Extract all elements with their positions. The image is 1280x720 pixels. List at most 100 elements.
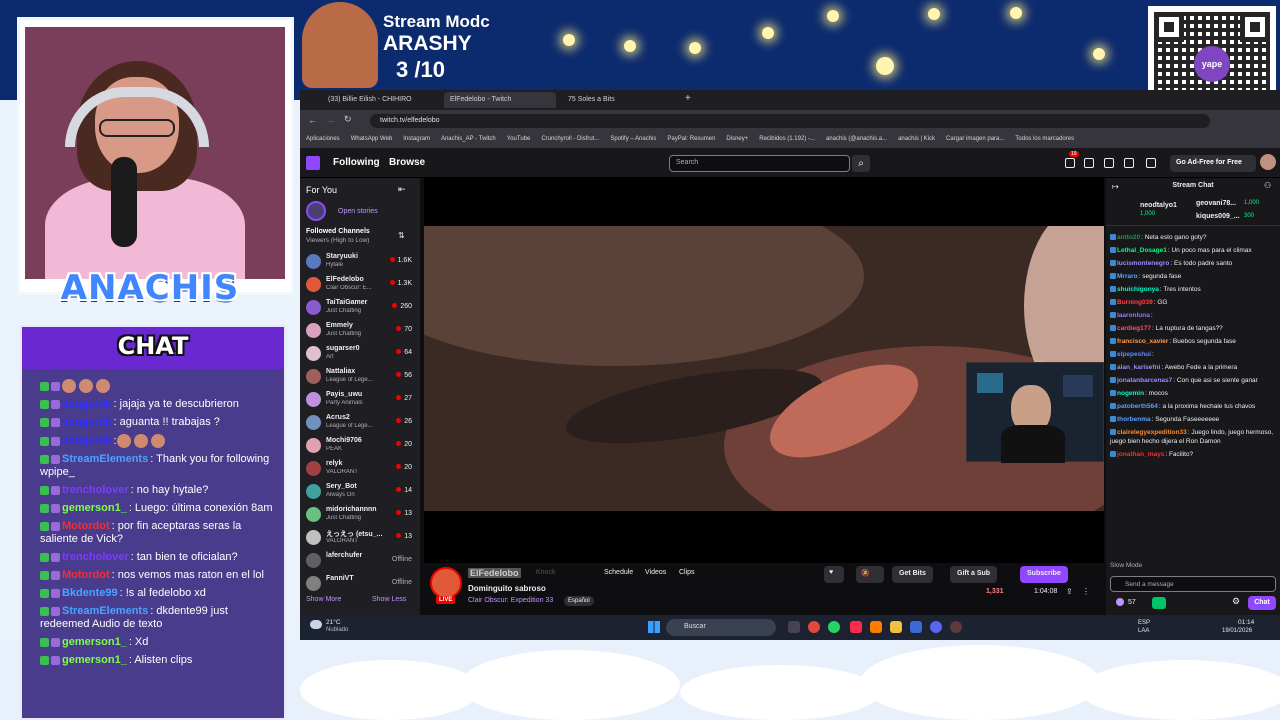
inbox-icon[interactable] <box>1084 158 1094 168</box>
tab-youtube[interactable]: (33) Billie Eilish - CHIHIRO <box>322 92 442 108</box>
bookmark-item[interactable]: Crunchyroll - Disfrut... <box>541 136 599 142</box>
sidebar-channel[interactable]: Emmely Just Chatting 70 <box>304 320 416 342</box>
bookmark-item[interactable]: WhatsApp Web <box>351 136 393 142</box>
whatsapp-icon[interactable] <box>828 621 840 633</box>
users-icon[interactable]: ⚇ <box>1264 181 1271 190</box>
sidebar-channel[interactable]: ElFedelobo Clair Obscur: E... 1.3K <box>304 274 416 296</box>
photos-icon[interactable] <box>910 621 922 633</box>
taskbar-search[interactable]: Buscar <box>666 619 776 636</box>
layout-indicator[interactable]: LAA <box>1138 628 1149 634</box>
chat-username[interactable]: cardieg177 <box>1117 325 1151 332</box>
sort-icon[interactable]: ⇅ <box>398 231 405 240</box>
twitch-logo-icon[interactable] <box>306 156 320 170</box>
nav-following[interactable]: Following <box>333 157 380 168</box>
share-icon[interactable]: ⇪ <box>1066 587 1073 596</box>
chat-username[interactable]: patoberth564 <box>1117 403 1158 410</box>
chat-username[interactable]: Burning039 <box>1117 299 1153 306</box>
sidebar-channel[interactable]: Payis_uwu Party Animals 27 <box>304 389 416 411</box>
more-options-icon[interactable]: ⋮ <box>1082 587 1090 596</box>
bookmark-item[interactable]: PayPal: Resumen <box>667 136 715 142</box>
bookmark-item[interactable]: Todos los marcadores <box>1015 136 1074 142</box>
chat-username[interactable]: shuichigonya <box>1117 286 1159 293</box>
notify-bell-icon[interactable]: 🔕 <box>856 566 884 583</box>
tab-soles[interactable]: 75 Soles a Bits <box>562 92 672 108</box>
leaderboard-name[interactable]: neodtalyo1 <box>1140 202 1177 209</box>
discord-icon[interactable] <box>930 621 942 633</box>
bookmark-item[interactable]: Anachis_AP - Twitch <box>441 136 496 142</box>
clips-link[interactable]: Clips <box>679 569 695 576</box>
chat-username[interactable]: thorbenma <box>1117 416 1151 423</box>
bookmark-item[interactable]: Instagram <box>403 136 430 142</box>
bookmark-item[interactable]: anachis | Kick <box>898 136 935 142</box>
sidebar-channel[interactable]: midorichannnn Just Chatting 13 <box>304 504 416 526</box>
leaderboard-name[interactable]: geovani78... <box>1196 200 1236 207</box>
new-tab-button[interactable]: + <box>682 92 698 108</box>
get-bits-button[interactable]: Get Bits <box>892 566 933 583</box>
sidebar-channel[interactable]: Mochi9706 PEAK 20 <box>304 435 416 457</box>
url-field[interactable]: twitch.tv/elfedelobo <box>370 114 1210 128</box>
sidebar-channel[interactable]: laferchufer Offline <box>304 550 416 572</box>
chat-username[interactable]: clairelegyexpedition33 <box>1117 429 1187 436</box>
stories-avatar[interactable] <box>306 201 326 221</box>
bookmark-item[interactable]: anachis (@anachis.a... <box>826 136 887 142</box>
back-icon[interactable]: ← <box>308 115 317 125</box>
chat-username[interactable]: lucismontenegro <box>1117 260 1169 267</box>
sidebar-channel[interactable]: FanniVT Offline <box>304 573 416 595</box>
nav-browse[interactable]: Browse <box>389 157 425 168</box>
start-icon[interactable] <box>648 621 660 633</box>
bookmark-item[interactable]: Recibidos (1.192) -... <box>759 136 815 142</box>
search-icon[interactable]: ⌕ <box>852 155 870 172</box>
chat-username[interactable]: laaronluna <box>1117 312 1150 319</box>
folder-icon[interactable] <box>890 621 902 633</box>
bookmark-item[interactable]: Cargar imagen para... <box>946 136 1004 142</box>
sidebar-channel[interactable]: Acrus2 League of Lege... 26 <box>304 412 416 434</box>
tab-twitch[interactable]: ElFedelobo - Twitch <box>444 92 556 108</box>
chat-send-button[interactable]: Chat <box>1248 596 1276 610</box>
knock-button[interactable]: Knock <box>536 569 555 576</box>
bookmark-item[interactable]: Disney+ <box>726 136 748 142</box>
chat-username[interactable]: Mrraro <box>1117 273 1138 280</box>
gem-icon[interactable] <box>1146 158 1156 168</box>
gift-sub-button[interactable]: Gift a Sub <box>950 566 998 583</box>
send-message-input[interactable]: Send a message <box>1110 576 1276 592</box>
go-ad-free-button[interactable]: Go Ad-Free for Free <box>1170 155 1256 172</box>
stream-game-link[interactable]: Clair Obscur: Expedition 33 <box>468 597 553 604</box>
show-more-link[interactable]: Show More <box>306 596 341 603</box>
collapse-sidebar-icon[interactable]: ⇤ <box>398 184 406 195</box>
leaderboard-name[interactable]: kiques009_... <box>1196 213 1240 220</box>
user-avatar[interactable] <box>1260 154 1276 170</box>
schedule-link[interactable]: Schedule <box>604 569 633 576</box>
channel-points-icon[interactable] <box>1152 597 1166 609</box>
sidebar-channel[interactable]: relyk VALORANT 20 <box>304 458 416 480</box>
illustrator-icon[interactable] <box>870 621 882 633</box>
bits-icon[interactable] <box>1124 158 1134 168</box>
settings-icon[interactable]: ⚙ <box>1232 596 1240 607</box>
streamer-name[interactable]: ElFedelobo <box>468 568 521 578</box>
sidebar-channel[interactable]: TaiTaiGamer Just Chatting 260 <box>304 297 416 319</box>
videos-link[interactable]: Videos <box>645 569 666 576</box>
streamer-avatar[interactable] <box>430 567 462 599</box>
show-less-link[interactable]: Show Less <box>372 596 406 603</box>
chat-username[interactable]: jonatanbarcenas7 <box>1117 377 1172 384</box>
chat-username[interactable]: antto20 <box>1117 234 1140 241</box>
weather-icon[interactable] <box>310 620 322 629</box>
chat-username[interactable]: alan_karisefni <box>1117 364 1160 371</box>
chat-username[interactable]: jonathan_mays <box>1117 451 1164 458</box>
forward-icon[interactable]: → <box>326 115 335 125</box>
sidebar-channel[interactable]: Nattaliax League of Lege... 56 <box>304 366 416 388</box>
open-stories-link[interactable]: Open stories <box>338 208 378 215</box>
sidebar-channel[interactable]: sugarser0 Art 64 <box>304 343 416 365</box>
sidebar-channel[interactable]: えっえっ (etsu_... VALORANT 13 <box>304 527 416 549</box>
chat-username[interactable]: Lethal_Dosage1 <box>1117 247 1167 254</box>
subscribe-button[interactable]: Subscribe <box>1020 566 1068 583</box>
sidebar-channel[interactable]: Sery_Bot Always On 14 <box>304 481 416 503</box>
chat-username[interactable]: elpepeshui <box>1117 351 1151 358</box>
heart-icon[interactable]: ♥ <box>824 566 844 583</box>
bookmark-item[interactable]: Spotify – Anachis <box>610 136 656 142</box>
bits-icon[interactable] <box>1116 598 1124 606</box>
search-input[interactable]: Search <box>669 155 850 172</box>
sidebar-channel[interactable]: Staryuuki Hytale 1.6K <box>304 251 416 273</box>
adobe-icon[interactable] <box>850 621 862 633</box>
obs-icon[interactable] <box>950 621 962 633</box>
reload-icon[interactable]: ↻ <box>344 114 352 125</box>
